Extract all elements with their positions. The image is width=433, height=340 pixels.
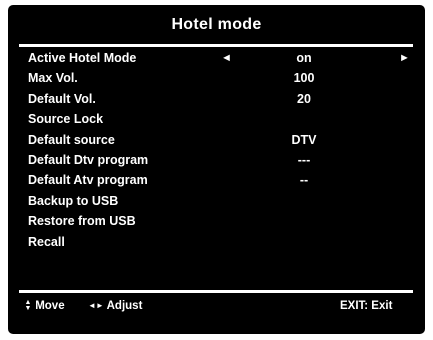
menu-item-label: Restore from USB (28, 214, 136, 229)
menu-item-label: Backup to USB (28, 193, 119, 208)
menu-title: Hotel mode (171, 16, 262, 33)
menu-item-max-vol[interactable]: Max Vol. 100 (8, 68, 425, 88)
menu-item-value: on (296, 51, 312, 65)
move-hint-label: Move (35, 300, 65, 312)
menu-item-value: --- (297, 152, 311, 167)
menu-item-value: -- (299, 173, 309, 188)
up-down-arrow-icon: ▲ ▼ (24, 299, 32, 312)
menu-item-default-atv-program[interactable]: Default Atv program -- (8, 170, 425, 190)
menu-item-restore-from-usb[interactable]: Restore from USB (8, 211, 425, 231)
menu-item-active-hotel-mode[interactable]: Active Hotel Mode ◄ on ► (8, 48, 425, 68)
menu-item-label: Recall (28, 234, 65, 249)
top-divider (19, 44, 413, 47)
menu-item-label: Default Atv program (28, 173, 148, 188)
adjust-hint-label: Adjust (106, 300, 143, 312)
hotel-mode-screen: Hotel mode Active Hotel Mode ◄ on ► Max … (8, 5, 425, 334)
adjust-hint: ◄► Adjust (88, 299, 142, 313)
menu-item-label: Default Vol. (28, 91, 96, 106)
menu-item-value: 100 (293, 71, 315, 86)
menu-item-source-lock[interactable]: Source Lock (8, 109, 425, 129)
bottom-divider (19, 290, 413, 293)
menu-item-label: Default source (28, 132, 115, 147)
menu-item-label: Max Vol. (28, 71, 78, 86)
menu-item-label: Default Dtv program (28, 152, 149, 167)
menu-item-default-dtv-program[interactable]: Default Dtv program --- (8, 150, 425, 170)
move-hint: ▲ ▼ Move (24, 299, 65, 313)
hotel-menu: Active Hotel Mode ◄ on ► Max Vol. 100 De… (8, 48, 425, 252)
left-arrow-icon[interactable]: ◄ (221, 48, 232, 68)
menu-item-label: Active Hotel Mode (28, 51, 137, 65)
right-arrow-icon[interactable]: ► (399, 48, 410, 68)
menu-item-default-vol[interactable]: Default Vol. 20 (8, 89, 425, 109)
menu-item-backup-to-usb[interactable]: Backup to USB (8, 191, 425, 211)
menu-item-value: DTV (291, 132, 317, 147)
menu-item-value: 20 (297, 91, 311, 106)
menu-item-recall[interactable]: Recall (8, 232, 425, 252)
menu-item-label: Source Lock (28, 112, 104, 127)
menu-item-default-source[interactable]: Default source DTV (8, 130, 425, 150)
exit-hint: EXIT: Exit (340, 300, 393, 312)
left-right-arrow-icon: ◄► (88, 301, 104, 310)
